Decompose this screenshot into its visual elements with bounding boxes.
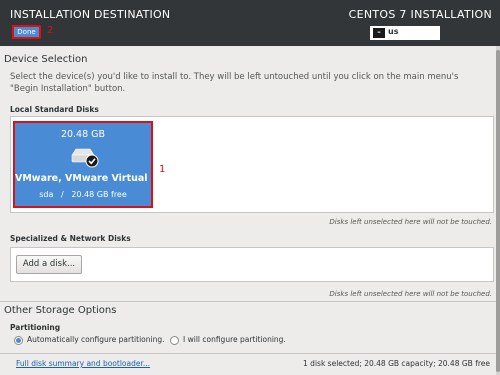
network-disks-panel [10,247,494,282]
annotation-label-2: 2 [47,25,54,36]
local-disks-hint: Disks left unselected here will not be t… [329,218,492,226]
done-button[interactable]: Done [12,25,41,39]
description-line-1: Select the device(s) you'd like to insta… [10,72,459,82]
section-divider [0,301,496,302]
disk-summary-link[interactable]: Full disk summary and bootloader... [16,359,150,368]
scrollbar-thumb[interactable] [496,50,500,372]
annotation-label-1: 1 [159,164,166,175]
local-disks-heading: Local Standard Disks [10,105,99,114]
device-selection-description: Select the device(s) you'd like to insta… [10,71,458,95]
footer-bar: Full disk summary and bootloader... 1 di… [0,353,496,375]
keyboard-icon: ⌨ [373,28,385,38]
partitioning-heading: Partitioning [10,323,61,332]
network-disks-heading: Specialized & Network Disks [10,234,131,243]
device-selection-heading: Device Selection [4,54,88,65]
disk-capacity: 20.48 GB [60,129,106,140]
disk-model-name: VMware, VMware Virtual S [15,173,151,184]
manual-partition-label[interactable]: I will configure partitioning. [183,335,286,344]
disk-sda-tile[interactable]: 20.48 GB VMware, VMware Virtual S sda / … [13,121,153,208]
manual-partition-radio[interactable] [170,336,179,345]
hard-disk-selected-icon [71,148,99,168]
keyboard-layout-indicator[interactable]: ⌨ us [370,26,440,40]
page-title: INSTALLATION DESTINATION [10,8,171,21]
selection-summary-status: 1 disk selected; 20.48 GB capacity; 20.4… [303,359,490,368]
auto-partition-label[interactable]: Automatically configure partitioning. [27,335,164,344]
add-disk-button[interactable]: Add a disk... [16,255,82,274]
header-bar: INSTALLATION DESTINATION CENTOS 7 INSTAL… [0,0,500,46]
product-title: CENTOS 7 INSTALLATION [348,8,492,21]
auto-partition-radio[interactable] [14,336,23,345]
disk-detail: sda / 20.48 GB free [39,190,127,199]
network-disks-hint: Disks left unselected here will not be t… [329,290,492,298]
description-line-2: "Begin Installation" button. [10,84,126,94]
keyboard-layout-label: us [388,27,399,36]
other-storage-heading: Other Storage Options [4,305,117,316]
